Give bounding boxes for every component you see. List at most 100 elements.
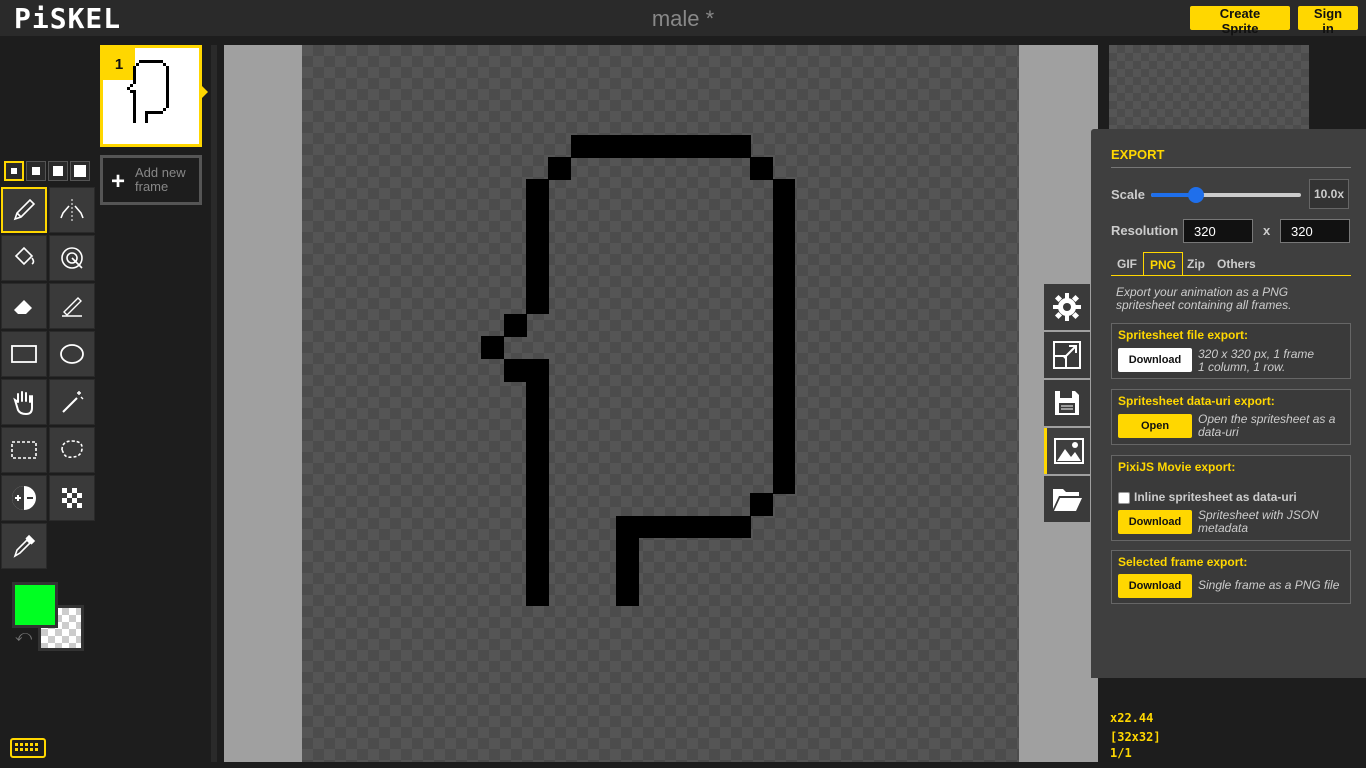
thumbnail-pixel bbox=[151, 111, 154, 114]
resolution-height-input[interactable] bbox=[1280, 219, 1350, 243]
sprite-pixel bbox=[548, 157, 572, 180]
scale-slider-thumb[interactable] bbox=[1188, 187, 1204, 203]
magic-wand-tool[interactable] bbox=[49, 379, 95, 425]
add-new-frame-button[interactable]: + Add new frame bbox=[100, 155, 202, 205]
sprite-pixel bbox=[705, 134, 729, 158]
sign-in-button[interactable]: Sign in bbox=[1298, 6, 1358, 36]
zoom-level: x22.44 bbox=[1110, 711, 1154, 725]
thumbnail-pixel bbox=[133, 96, 136, 99]
lasso-selection-tool[interactable] bbox=[49, 427, 95, 473]
thumbnail-pixel bbox=[130, 90, 133, 93]
thumbnail-pixel bbox=[154, 111, 157, 114]
pen-size-4[interactable] bbox=[70, 161, 90, 181]
sprite-pixel bbox=[526, 560, 549, 584]
thumbnail-pixel bbox=[166, 66, 169, 69]
resolution-width-input[interactable] bbox=[1183, 219, 1253, 243]
paint-bucket-tool[interactable] bbox=[1, 235, 47, 281]
save-icon bbox=[1055, 391, 1079, 415]
top-bar: PiSKEL male * Create Sprite Sign in bbox=[0, 0, 1366, 36]
move-tool[interactable] bbox=[1, 379, 47, 425]
drawing-canvas[interactable] bbox=[302, 45, 1019, 762]
sprite-pixel bbox=[705, 515, 729, 539]
settings-tab[interactable] bbox=[1044, 284, 1090, 330]
tab-png[interactable]: PNG bbox=[1143, 252, 1184, 276]
sprite-pixel bbox=[526, 493, 549, 517]
swap-colors-icon[interactable]: ⤺ bbox=[15, 628, 32, 646]
thumbnail-pixel bbox=[139, 60, 142, 63]
resolution-label: Resolution bbox=[1111, 223, 1179, 238]
sprite-pixel bbox=[772, 358, 796, 382]
dithering-tool[interactable] bbox=[49, 475, 95, 521]
sprite-pixel bbox=[772, 224, 796, 248]
frames-scrollbar[interactable] bbox=[211, 45, 217, 762]
sprite-pixel bbox=[526, 269, 549, 292]
scale-value[interactable]: 10.0x bbox=[1309, 179, 1349, 209]
thumbnail-pixel bbox=[145, 114, 148, 117]
tab-zip[interactable]: Zip bbox=[1181, 252, 1211, 276]
eraser-icon bbox=[14, 300, 32, 314]
lighten-darken-icon bbox=[12, 486, 36, 510]
export-image-icon bbox=[1053, 438, 1084, 464]
sprite-pixel bbox=[526, 291, 549, 315]
sprite-pixel bbox=[660, 515, 684, 539]
sprite-pixel bbox=[772, 313, 796, 337]
rectangle-selection-tool[interactable] bbox=[1, 427, 47, 473]
primary-color-swatch[interactable] bbox=[12, 582, 58, 628]
sprite-pixel bbox=[772, 448, 796, 472]
eraser-tool[interactable] bbox=[1, 283, 47, 329]
sprite-pixel bbox=[615, 134, 639, 158]
sprite-pixel bbox=[503, 313, 527, 337]
vertical-mirror-pen-tool[interactable] bbox=[49, 187, 95, 233]
sprite-pixel bbox=[772, 470, 796, 494]
sprite-pixel bbox=[638, 515, 661, 539]
pen-tool[interactable] bbox=[1, 187, 47, 233]
sprite-pixel bbox=[593, 134, 617, 158]
frame-download-button[interactable]: Download bbox=[1118, 574, 1192, 598]
stroke-tool[interactable] bbox=[49, 283, 95, 329]
create-sprite-button[interactable]: Create Sprite bbox=[1190, 6, 1290, 36]
lighten-tool[interactable] bbox=[1, 475, 47, 521]
tab-gif[interactable]: GIF bbox=[1111, 252, 1143, 276]
sprite-pixel bbox=[660, 134, 684, 158]
pixijs-download-button[interactable]: Download bbox=[1118, 510, 1192, 534]
keyboard-shortcuts-icon[interactable] bbox=[10, 738, 46, 758]
circle-tool[interactable] bbox=[49, 331, 95, 377]
import-folder-icon bbox=[1053, 489, 1082, 511]
paint-bucket-icon bbox=[14, 246, 35, 266]
dithering-icon bbox=[62, 488, 82, 508]
sprite-pixel bbox=[615, 537, 639, 561]
pen-size-3[interactable] bbox=[48, 161, 68, 181]
paint-all-same-color-tool[interactable] bbox=[49, 235, 95, 281]
tab-others[interactable]: Others bbox=[1211, 252, 1262, 276]
sprite-pixel bbox=[682, 134, 706, 158]
open-datauri-button[interactable]: Open bbox=[1118, 414, 1192, 438]
color-picker-tool[interactable] bbox=[1, 523, 47, 569]
rectangle-tool[interactable] bbox=[1, 331, 47, 377]
inline-spritesheet-checkbox[interactable] bbox=[1118, 492, 1130, 504]
thumbnail-pixel bbox=[136, 63, 139, 66]
export-tab[interactable] bbox=[1044, 428, 1090, 474]
save-tab[interactable] bbox=[1044, 380, 1090, 426]
export-description: Export your animation as a PNG spriteshe… bbox=[1116, 285, 1292, 312]
pixijs-export-section: PixiJS Movie export: Inline spritesheet … bbox=[1111, 455, 1351, 541]
sprite-pixel bbox=[526, 448, 549, 472]
import-tab[interactable] bbox=[1044, 476, 1090, 522]
thumbnail-pixel bbox=[133, 81, 136, 84]
add-frame-label-line2: frame bbox=[135, 179, 169, 194]
inline-spritesheet-label[interactable]: Inline spritesheet as data-uri bbox=[1134, 490, 1297, 504]
spritesheet-size-info: 320 x 320 px, 1 frame bbox=[1198, 347, 1315, 361]
sprite-pixel bbox=[727, 515, 751, 539]
sprite-pixel bbox=[526, 470, 549, 494]
scale-label: Scale bbox=[1111, 187, 1145, 202]
resize-tab[interactable] bbox=[1044, 332, 1090, 378]
pen-size-1[interactable] bbox=[4, 161, 24, 181]
pen-size-2[interactable] bbox=[26, 161, 46, 181]
selected-frame-arrow bbox=[202, 86, 208, 98]
frame-thumbnail[interactable]: 1 bbox=[100, 45, 202, 147]
settings-icon bbox=[1053, 293, 1081, 321]
rectangle-selection-icon bbox=[11, 441, 37, 459]
spritesheet-download-button[interactable]: Download bbox=[1118, 348, 1192, 372]
sprite-pixel bbox=[772, 291, 796, 315]
piskel-logo[interactable]: PiSKEL bbox=[14, 2, 121, 35]
sprite-pixel bbox=[526, 582, 549, 606]
